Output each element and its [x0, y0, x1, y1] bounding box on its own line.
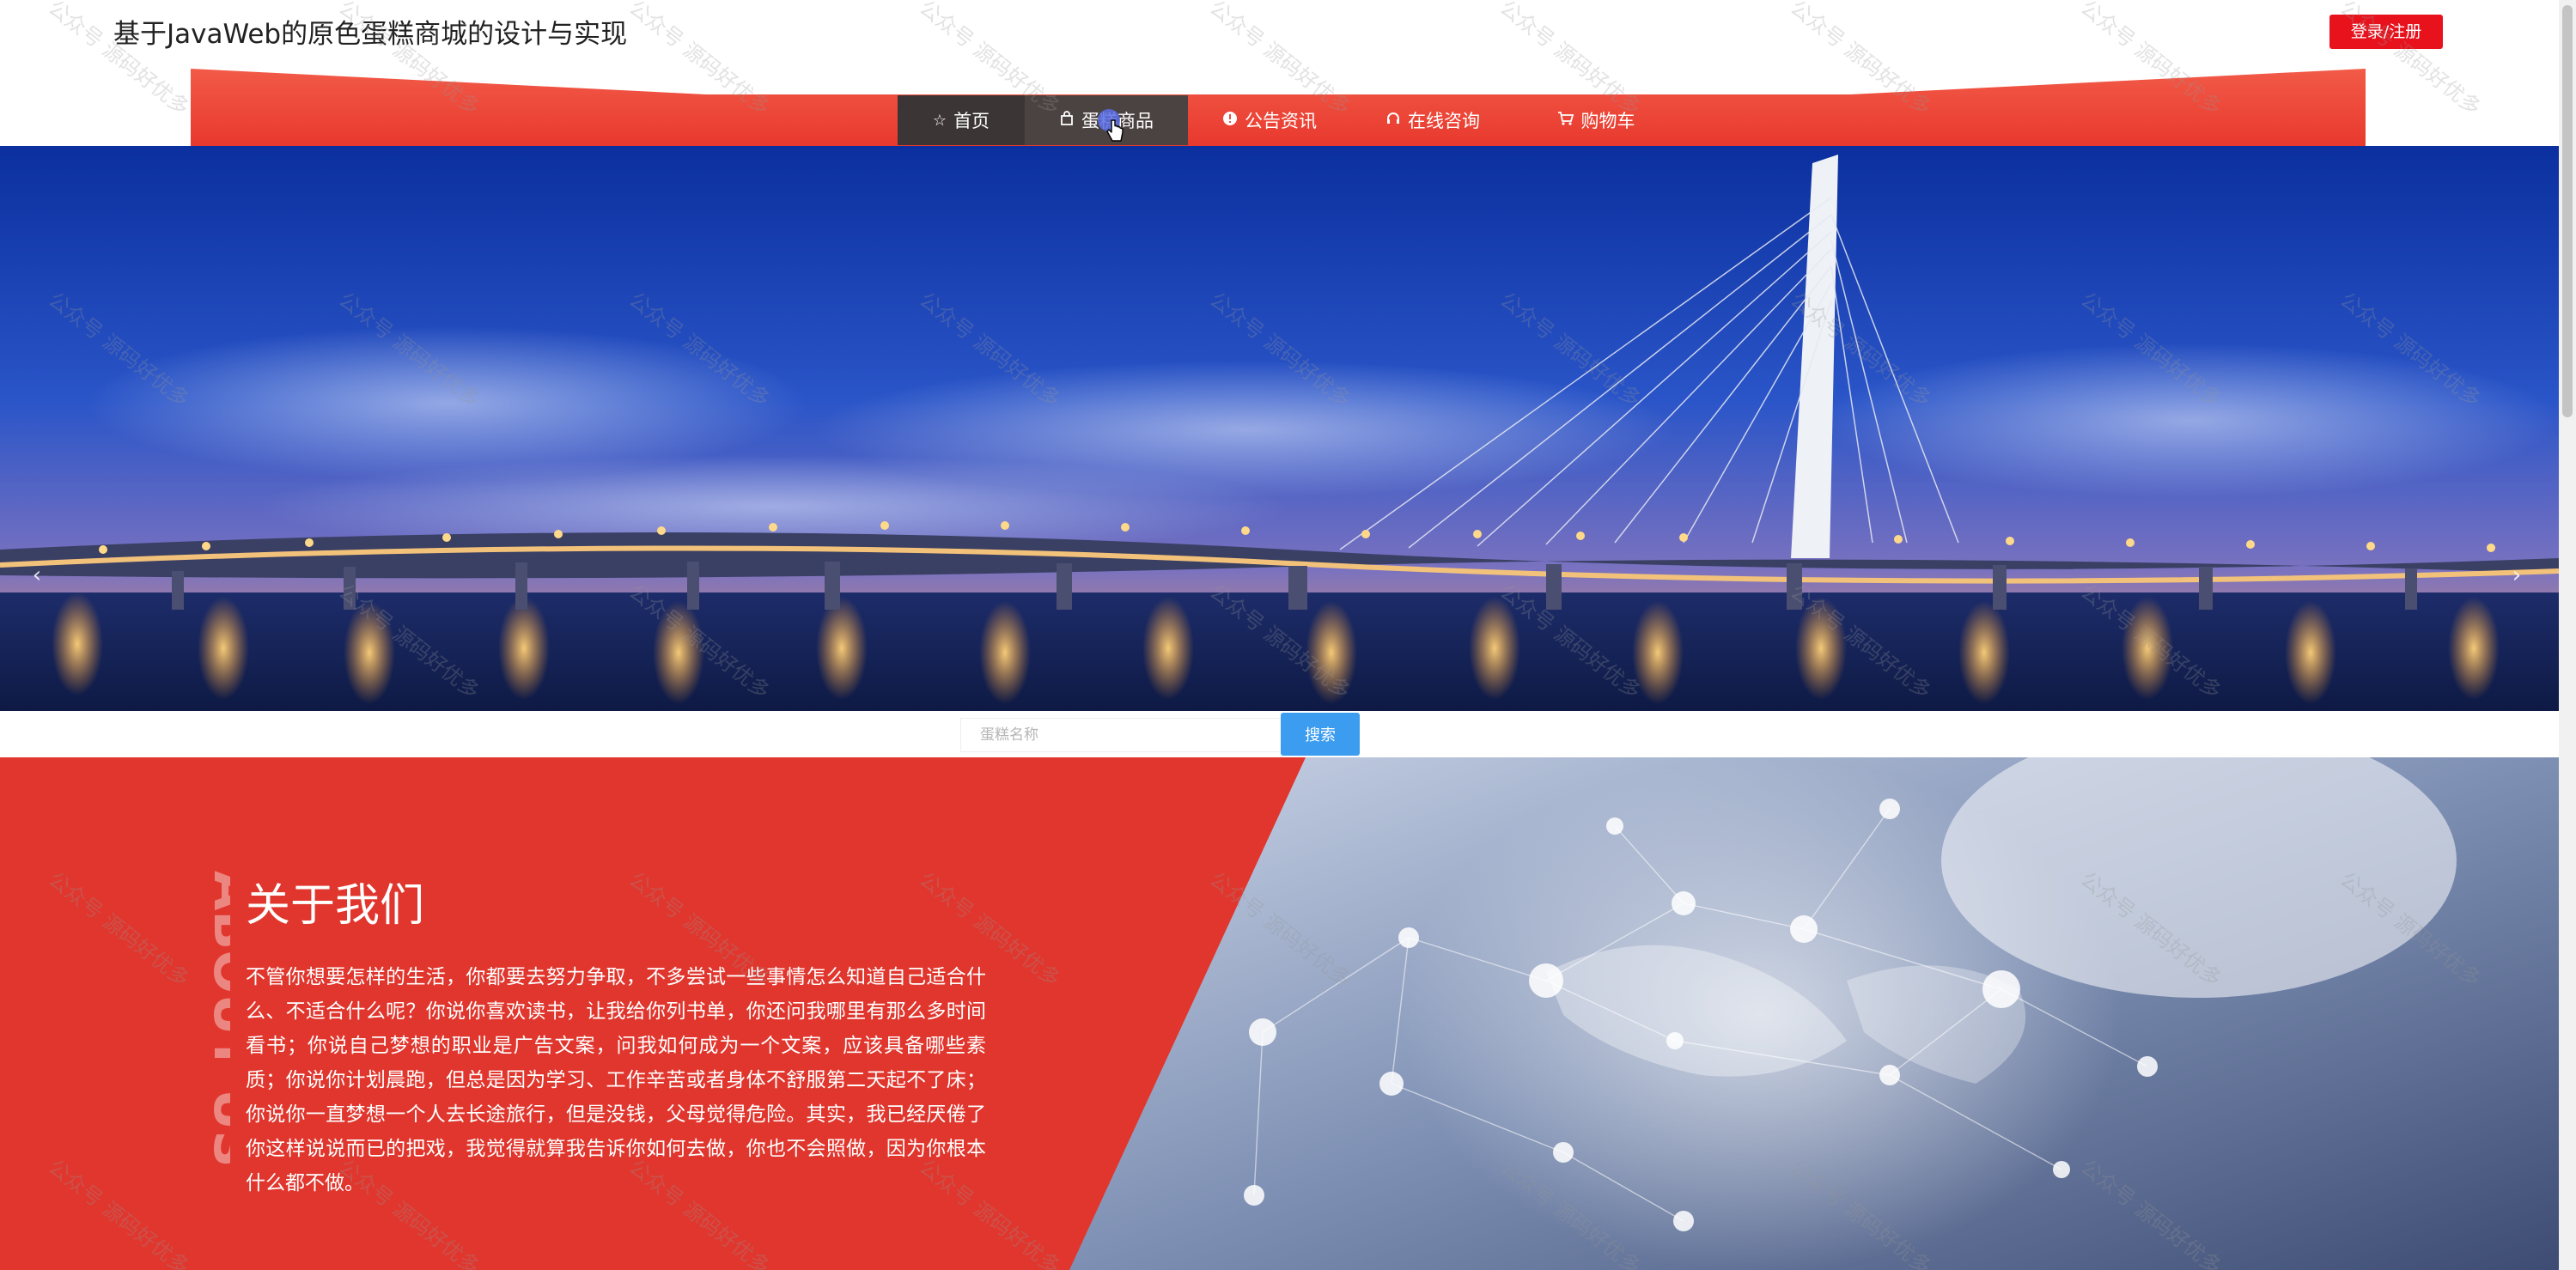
- hero-carousel[interactable]: ‹ ›: [0, 146, 2559, 711]
- nav-item-news[interactable]: 公告资讯: [1188, 95, 1351, 145]
- login-register-button[interactable]: 登录/注册: [2329, 15, 2443, 49]
- nav-item-label: 购物车: [1580, 111, 1635, 131]
- nav-item-home[interactable]: ☆ 首页: [898, 95, 1025, 145]
- about-section: ABOUT US 关于我们 不管你想要怎样的生活，你都要去努力争取，不多尝试一些…: [0, 757, 2559, 1270]
- svg-text:ABOUT US: ABOUT US: [202, 871, 230, 1168]
- hand-cursor-icon: [1106, 119, 1124, 142]
- nav-item-label: 在线咨询: [1408, 111, 1480, 131]
- about-title: 关于我们: [246, 880, 425, 932]
- info-icon: [1222, 111, 1238, 131]
- site-title: 基于JavaWeb的原色蛋糕商城的设计与实现: [113, 19, 628, 50]
- headset-icon: [1385, 111, 1401, 131]
- carousel-prev-arrow[interactable]: ‹: [24, 558, 50, 592]
- about-paragraph: 不管你想要怎样的生活，你都要去努力争取，不多尝试一些事情怎么知道自己适合什么、不…: [246, 966, 986, 1194]
- star-icon: ☆: [932, 111, 947, 130]
- nav-item-consult[interactable]: 在线咨询: [1351, 95, 1514, 145]
- nav-item-label: 首页: [953, 111, 990, 131]
- main-nav: ☆ 首页 蛋糕商品 公告资讯 在线咨询 购物车: [898, 95, 1678, 145]
- cake-name-search-input[interactable]: [960, 718, 1282, 752]
- bag-icon: [1059, 110, 1075, 131]
- search-button[interactable]: 搜索: [1281, 713, 1360, 756]
- scrollbar-thumb[interactable]: [2562, 5, 2573, 417]
- cart-icon: [1557, 111, 1574, 131]
- about-us-vertical-label: ABOUT US: [202, 871, 230, 1168]
- nav-item-cart[interactable]: 购物车: [1514, 95, 1678, 145]
- carousel-next-arrow[interactable]: ›: [2504, 558, 2530, 592]
- nav-item-label: 公告资讯: [1245, 111, 1317, 131]
- bridge-night-image: [0, 146, 2559, 711]
